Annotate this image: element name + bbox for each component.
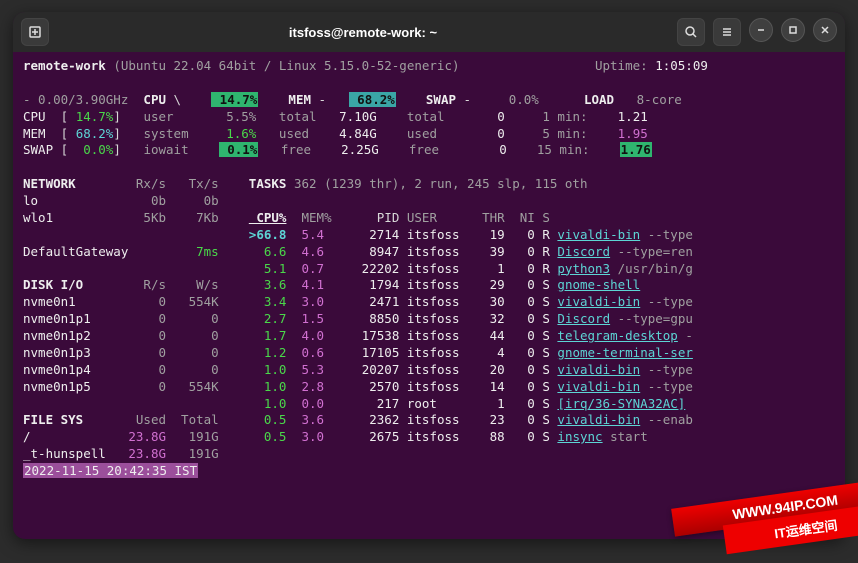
- new-tab-button[interactable]: [21, 18, 49, 46]
- maximize-button[interactable]: [781, 18, 805, 42]
- window-title: itsfoss@remote-work: ~: [49, 25, 677, 40]
- terminal-output[interactable]: remote-work (Ubuntu 22.04 64bit / Linux …: [13, 52, 845, 486]
- menu-button[interactable]: [713, 18, 741, 46]
- close-button[interactable]: [813, 18, 837, 42]
- minimize-button[interactable]: [749, 18, 773, 42]
- search-button[interactable]: [677, 18, 705, 46]
- titlebar: itsfoss@remote-work: ~: [13, 12, 845, 52]
